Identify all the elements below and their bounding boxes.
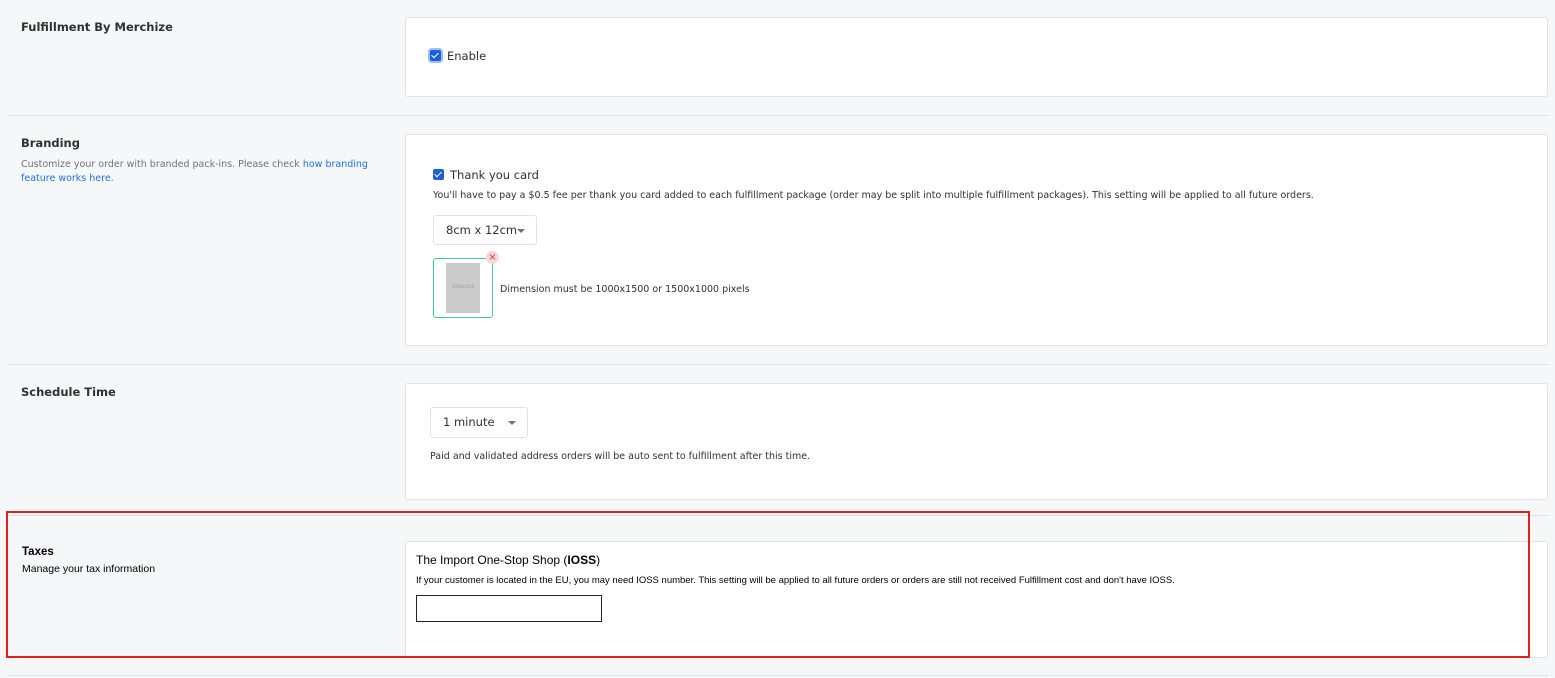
ioss-note: If your customer is located in the EU, y… xyxy=(416,575,1175,586)
ioss-heading: The Import One-Stop Shop (IOSS) xyxy=(416,553,600,567)
fulfillment-section: Fulfillment By Merchize Enable xyxy=(0,0,1548,116)
card-size-value: 8cm x 12cm xyxy=(446,223,518,237)
taxes-left: Taxes Manage your tax information xyxy=(22,546,155,575)
caret-down-icon xyxy=(508,421,516,425)
ioss-heading-suffix: ) xyxy=(596,553,601,567)
enable-label: Enable xyxy=(447,48,487,63)
taxes-card: The Import One-Stop Shop (IOSS) If your … xyxy=(405,541,1548,658)
checkbox-checked-icon[interactable] xyxy=(430,50,441,61)
branding-description: Customize your order with branded pack-i… xyxy=(21,158,401,186)
branding-card: Thank you card You'll have to pay a $0.5… xyxy=(405,134,1548,346)
fulfillment-title: Fulfillment By Merchize xyxy=(21,20,173,34)
branding-left: Branding Customize your order with brand… xyxy=(21,136,401,186)
close-icon[interactable]: × xyxy=(486,251,499,264)
thumbnail-placeholder-text: 1000x1500 xyxy=(451,284,475,289)
card-image-thumbnail: 1000x1500 xyxy=(446,263,480,313)
schedule-time-value: 1 minute xyxy=(443,415,495,429)
thank-you-card-upload[interactable]: 1000x1500 × xyxy=(433,251,499,318)
dimension-note: Dimension must be 1000x1500 or 1500x1000… xyxy=(500,284,750,295)
ioss-number-input[interactable] xyxy=(416,595,602,622)
ioss-heading-bold: IOSS xyxy=(567,553,597,567)
enable-checkbox[interactable]: Enable xyxy=(430,45,486,64)
schedule-section: Schedule Time 1 minute Paid and validate… xyxy=(0,365,1548,515)
schedule-time-select[interactable]: 1 minute xyxy=(430,407,528,438)
divider xyxy=(8,675,1548,676)
checkbox-checked-icon[interactable] xyxy=(433,169,444,180)
caret-down-icon xyxy=(517,229,525,233)
taxes-section: Taxes Manage your tax information The Im… xyxy=(0,516,1548,666)
taxes-title: Taxes xyxy=(22,546,54,558)
thank-you-fee-note: You'll have to pay a $0.5 fee per thank … xyxy=(433,190,1314,201)
schedule-card: 1 minute Paid and validated address orde… xyxy=(405,383,1548,500)
branding-description-text: Customize your order with branded pack-i… xyxy=(21,159,303,170)
fulfillment-card: Enable xyxy=(405,17,1548,97)
fulfillment-left: Fulfillment By Merchize xyxy=(21,20,173,34)
schedule-title: Schedule Time xyxy=(21,385,116,399)
schedule-note: Paid and validated address orders will b… xyxy=(430,451,811,462)
ioss-heading-prefix: The Import One-Stop Shop ( xyxy=(416,553,568,567)
schedule-left: Schedule Time xyxy=(21,385,116,399)
thank-you-checkbox[interactable]: Thank you card xyxy=(433,164,539,183)
thank-you-label: Thank you card xyxy=(450,167,539,182)
branding-section: Branding Customize your order with brand… xyxy=(0,116,1548,364)
taxes-subtitle: Manage your tax information xyxy=(22,563,156,575)
card-size-select[interactable]: 8cm x 12cm xyxy=(433,215,537,245)
branding-title: Branding xyxy=(21,136,80,150)
